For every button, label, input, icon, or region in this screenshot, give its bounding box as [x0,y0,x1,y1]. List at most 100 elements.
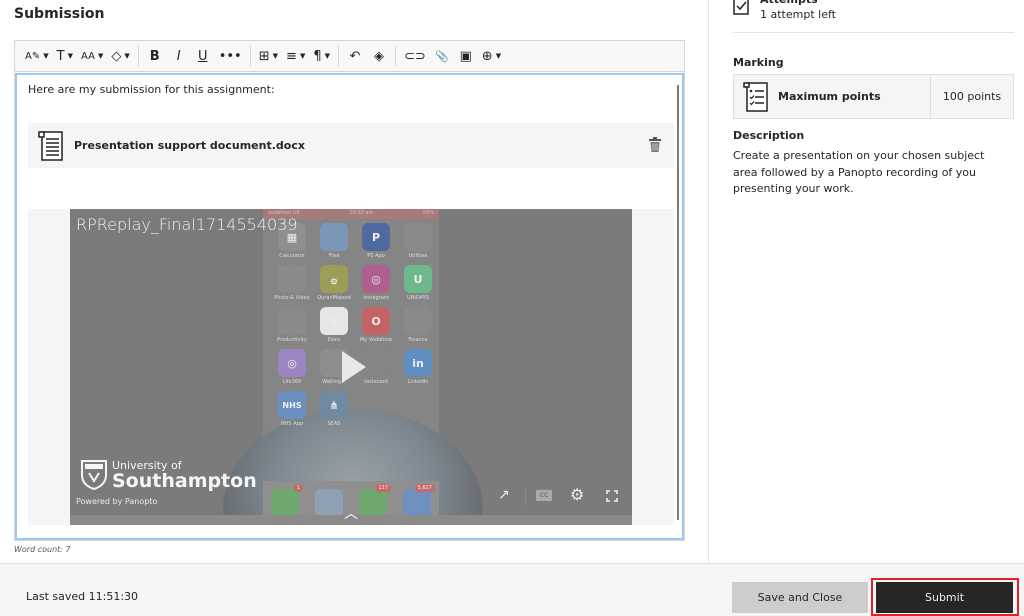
paragraph-button[interactable]: ¶ ▼ [309,44,334,68]
app-grid: ▦ Calculator Files P PS App Utilities Photo & … [271,223,439,433]
bold-button[interactable]: B [143,44,167,68]
assignment-details-sidebar: Attempts 1 attempt left Marking Maximum … [708,0,1024,563]
play-icon[interactable] [342,351,366,383]
italic-button[interactable]: I [167,44,191,68]
phone-app: in LinkedIn [397,349,439,391]
editor-toolbar: A✎ ▼ T ▼ AA ▼ ◇ ▼ B I U ••• ⊞ ▼ ≡ ▼ ¶ ▼ ↶ ◈ ⊂⊃ 📎 ▣ ⊕ ▼ [15,41,684,72]
toolbar-separator [338,46,339,66]
app-icon: ◎ [278,349,306,377]
notification-badge: 1 [293,484,303,492]
app-icon: O [362,307,390,335]
powered-by-text: Powered by Panopto [76,497,158,506]
more-icon: ••• [218,48,242,64]
popout-arrow-icon[interactable]: ↗ [498,487,510,503]
phone-app: Productivity [271,307,313,349]
save-and-close-button[interactable]: Save and Close [732,582,868,613]
chevron-up-icon[interactable]: ︿ [344,503,358,523]
app-label: Finance [408,337,428,343]
clear-format-button[interactable]: ◈ [367,44,391,68]
caret-down-icon: ▼ [324,52,330,60]
caret-down-icon: ▼ [97,52,104,60]
phone-app: O My Vodafone [355,307,397,349]
app-icon: P [362,223,390,251]
submit-button[interactable]: Submit [876,582,1013,613]
app-icon: ۞ [320,265,348,293]
app-label: Life360 [282,379,302,385]
phone-app: Utilities [397,223,439,265]
bold-icon: B [149,48,160,64]
font-size-button[interactable]: AA ▼ [77,44,107,68]
app-label: Instagram [363,295,389,301]
settings-gear-icon[interactable]: ⚙ [570,485,584,504]
notification-badge: 117 [375,484,391,492]
clear-format-icon: ◈ [374,48,384,64]
page-title: Submission [14,6,105,22]
notification-badge: 5,627 [414,484,435,492]
intro-text: Here are my submission for this assignme… [28,83,275,96]
attach-icon: 📎 [434,49,449,63]
phone-app: ≡ Docs [313,307,355,349]
attachment-card[interactable]: Presentation support document.docx [28,123,674,168]
app-label: UNiDAYS [407,295,429,301]
editor-scrollbar[interactable] [677,85,679,520]
app-icon [278,307,306,335]
attempts-title: Attempts [760,0,818,6]
editor-content[interactable]: Here are my submission for this assignme… [15,73,684,540]
caret-down-icon: ▼ [495,52,502,60]
toolbar-separator [395,46,396,66]
highlight-icon: ◇ [111,48,122,64]
phone-app: P PS App [355,223,397,265]
messages-app-icon: 117 [359,484,391,517]
underline-button[interactable]: U [191,44,215,68]
last-saved-status: Last saved 11:51:30 [26,590,139,603]
crest-icon [81,460,107,491]
app-icon [278,265,306,293]
video-player[interactable]: vodafone UK 10:30 am 59% ▦ Calculator File… [70,209,632,525]
text-style-button[interactable]: A✎ ▼ [21,44,53,68]
description-heading: Description [733,129,805,142]
app-icon: ⋔ [320,391,348,419]
university-logo: University of Southampton [80,459,257,491]
status-battery: 59% [422,210,434,216]
video-embed: vodafone UK 10:30 am 59% ▦ Calculator File… [28,209,674,525]
phone-app: Photo & Video [271,265,313,307]
insert-button[interactable]: ⊕ ▼ [478,44,505,68]
attachment-file-name[interactable]: Presentation support document.docx [74,139,305,152]
more-button[interactable]: ••• [215,44,246,68]
video-title: RPReplay_Final1714554039 [76,215,298,234]
align-icon: ≡ [286,48,297,64]
divider [733,32,1014,33]
app-label: Calculator [279,253,305,259]
app-label: Photo & Video [274,295,310,301]
fullscreen-icon[interactable] [606,490,618,502]
app-label: Productivity [277,337,307,343]
phone-app: ◎ Instagram [355,265,397,307]
app-label: NHS App [280,421,304,427]
captions-icon[interactable]: CC [536,490,552,501]
logo-text-small: University of [112,458,182,472]
app-label: LinkedIn [407,379,429,385]
trash-icon[interactable] [648,137,662,153]
attach-button[interactable]: 📎 [430,44,454,68]
description-text: Create a presentation on your chosen sub… [733,149,985,195]
font-icon: T [56,48,65,64]
app-icon: U [404,265,432,293]
caret-down-icon: ▼ [272,52,279,60]
app-label: tastecard [364,379,388,385]
app-label: SEAS [327,421,341,427]
highlight-button[interactable]: ◇ ▼ [107,44,133,68]
app-icon: ≡ [320,307,348,335]
italic-icon: I [176,48,181,64]
phone-app: U UNiDAYS [397,265,439,307]
align-button[interactable]: ≡ ▼ [282,44,309,68]
link-button[interactable]: ⊂⊃ [400,44,430,68]
checklist-icon [743,81,768,112]
undo-button[interactable]: ↶ [343,44,367,68]
table-button[interactable]: ⊞ ▼ [255,44,282,68]
toolbar-separator [249,46,251,66]
font-button[interactable]: T ▼ [53,44,77,68]
phone-app: Files [313,223,355,265]
image-button[interactable]: ▣ [454,44,478,68]
underline-icon: U [197,48,208,64]
app-icon [404,223,432,251]
